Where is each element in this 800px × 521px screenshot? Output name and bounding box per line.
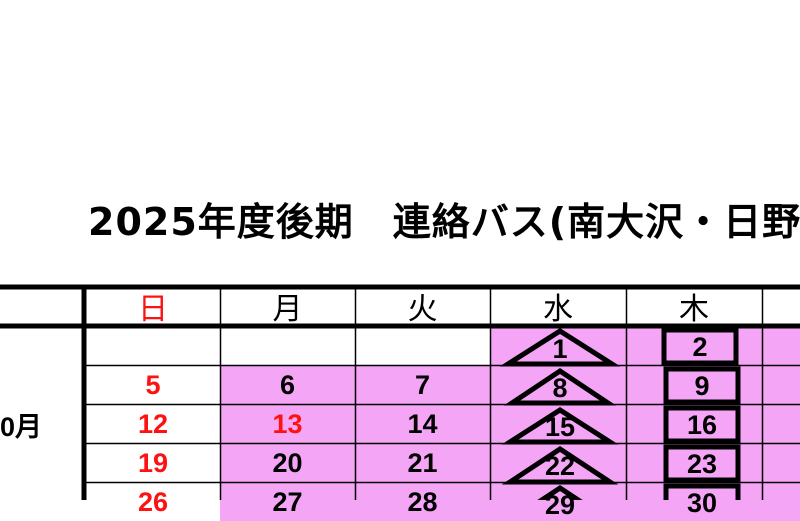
wed-date: 15 [544,411,576,442]
wed-date: 29 [544,489,576,520]
wed-date: 22 [544,450,576,481]
thu-date: 2 [692,332,708,362]
bus-calendar: 日 月 火 水 木 5 6 7 12 13 14 19 20 21 26 27 … [0,0,800,521]
thu-date: 9 [694,371,710,401]
thu-date: 23 [686,449,718,479]
wed-date: 8 [552,372,568,403]
thu-date: 16 [686,410,718,440]
thu-date: 30 [686,488,718,518]
wed-date: 1 [552,333,568,364]
